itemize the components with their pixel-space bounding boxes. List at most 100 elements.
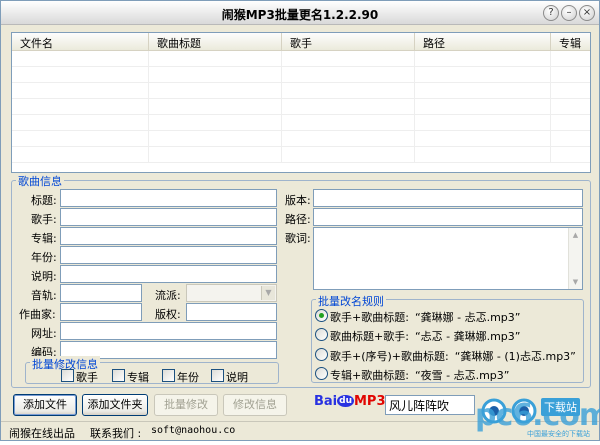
table-row[interactable] <box>12 83 590 99</box>
table-cell <box>415 83 551 98</box>
add-folder-button[interactable]: 添加文件夹 <box>82 394 148 416</box>
table-cell <box>282 147 415 162</box>
file-list[interactable]: 文件名 歌曲标题 歌手 路径 专辑 <box>11 32 591 173</box>
url-input[interactable] <box>60 322 277 340</box>
table-cell <box>12 67 149 82</box>
path-input[interactable] <box>313 208 583 226</box>
copyright-label: 版权: <box>155 308 181 321</box>
table-cell <box>282 67 415 82</box>
app-window: 闹猴MP3批量更名1.2.2.90 ? – × 文件名 歌曲标题 歌手 路径 专… <box>0 0 600 441</box>
table-cell <box>551 147 590 162</box>
scroll-down-icon[interactable]: ▼ <box>569 275 582 289</box>
rule-pattern-text: 专辑+歌曲标题: <box>330 369 409 382</box>
table-cell <box>149 147 282 162</box>
table-cell <box>12 83 149 98</box>
album-label: 专辑: <box>31 232 57 245</box>
table-row[interactable] <box>12 99 590 115</box>
composer-label: 作曲家: <box>19 308 56 321</box>
description-input[interactable] <box>60 265 277 283</box>
table-cell <box>551 115 590 130</box>
copyright-input[interactable] <box>186 303 277 321</box>
file-list-header: 文件名 歌曲标题 歌手 路径 专辑 <box>12 33 590 51</box>
minimize-button[interactable]: – <box>561 5 577 21</box>
pc6-watermark: pc6.com 下载站 中国最安全的下载站 <box>469 389 600 442</box>
table-cell <box>551 83 590 98</box>
table-row[interactable] <box>12 67 590 83</box>
column-header-song-title[interactable]: 歌曲标题 <box>149 33 282 50</box>
table-cell <box>12 51 149 66</box>
batch-description-checkbox[interactable] <box>211 369 224 382</box>
table-row[interactable] <box>12 131 590 147</box>
table-cell <box>282 131 415 146</box>
track-input[interactable] <box>60 284 142 302</box>
rule-singer-title-label: 歌手+歌曲标题: “龚琳娜 - 忐忑.mp3” <box>330 309 521 325</box>
year-input[interactable] <box>60 246 277 264</box>
batch-album-checkbox[interactable] <box>112 369 125 382</box>
contact-email-link[interactable]: soft@naohou.co <box>151 425 235 436</box>
help-button[interactable]: ? <box>543 5 559 21</box>
table-cell <box>415 115 551 130</box>
lyrics-scrollbar[interactable]: ▲ ▼ <box>568 228 582 289</box>
table-cell <box>415 131 551 146</box>
version-input[interactable] <box>313 189 583 207</box>
table-row[interactable] <box>12 51 590 67</box>
rule-singer-index-title-radio[interactable] <box>315 348 328 361</box>
batch-year-checkbox[interactable] <box>162 369 175 382</box>
table-cell <box>149 51 282 66</box>
rule-pattern-text: 歌手+歌曲标题: <box>330 311 409 324</box>
year-label: 年份: <box>31 251 57 264</box>
table-cell <box>415 99 551 114</box>
singer-input[interactable] <box>60 208 277 226</box>
watermark-brand-text: pc6.com <box>475 398 600 433</box>
title-input[interactable] <box>60 189 277 207</box>
column-header-filename[interactable]: 文件名 <box>12 33 149 50</box>
table-cell <box>12 99 149 114</box>
rule-singer-title-radio[interactable] <box>315 309 328 322</box>
rule-example-text: “夜雪 - 忐忑.mp3” <box>414 369 510 382</box>
composer-input[interactable] <box>60 303 142 321</box>
batch-year-label: 年份 <box>177 371 199 384</box>
rule-title-singer-radio[interactable] <box>315 328 328 341</box>
table-cell <box>149 83 282 98</box>
table-row[interactable] <box>12 115 590 131</box>
column-header-path[interactable]: 路径 <box>415 33 551 50</box>
table-cell <box>12 115 149 130</box>
rule-album-title-label: 专辑+歌曲标题: “夜雪 - 忐忑.mp3” <box>330 367 510 383</box>
lyrics-textarea[interactable]: ▲ ▼ <box>313 227 583 290</box>
rule-album-title-radio[interactable] <box>315 367 328 380</box>
batch-modify-button[interactable]: 批量修改 <box>154 394 218 416</box>
table-cell <box>282 51 415 66</box>
modify-info-button[interactable]: 修改信息 <box>223 394 287 416</box>
column-header-singer[interactable]: 歌手 <box>282 33 415 50</box>
song-info-legend: 歌曲信息 <box>16 173 64 189</box>
batch-album-label: 专辑 <box>127 371 149 384</box>
table-cell <box>282 99 415 114</box>
logo-du-paw-icon: du <box>337 395 354 407</box>
table-cell <box>415 51 551 66</box>
baidu-search-input[interactable]: 风儿阵阵吹 <box>385 395 475 415</box>
table-cell <box>149 131 282 146</box>
add-file-button[interactable]: 添加文件 <box>13 394 77 416</box>
lyrics-label: 歌词: <box>285 232 311 245</box>
rule-example-text: “龚琳娜 - (1)忐忑.mp3” <box>454 350 576 363</box>
table-cell <box>415 67 551 82</box>
baidu-mp3-logo[interactable]: Bai du MP3 <box>314 394 386 418</box>
album-input[interactable] <box>60 227 277 245</box>
file-list-rows <box>12 51 590 163</box>
rule-pattern-text: 歌手+(序号)+歌曲标题: <box>330 350 449 363</box>
table-cell <box>12 147 149 162</box>
title-bar[interactable]: 闹猴MP3批量更名1.2.2.90 ? – × <box>1 1 599 25</box>
scroll-up-icon[interactable]: ▲ <box>569 228 582 242</box>
table-cell <box>551 131 590 146</box>
batch-singer-checkbox[interactable] <box>61 369 74 382</box>
genre-select[interactable]: ▼ <box>186 284 277 302</box>
logo-bai-text: Bai <box>314 394 338 409</box>
table-row[interactable] <box>12 147 590 163</box>
column-header-album[interactable]: 专辑 <box>551 33 590 50</box>
table-cell <box>551 99 590 114</box>
table-cell <box>282 115 415 130</box>
close-button[interactable]: × <box>579 5 595 21</box>
path-label: 路径: <box>285 213 311 226</box>
table-cell <box>149 115 282 130</box>
rule-example-text: “忐忑 - 龚琳娜.mp3” <box>414 330 521 343</box>
